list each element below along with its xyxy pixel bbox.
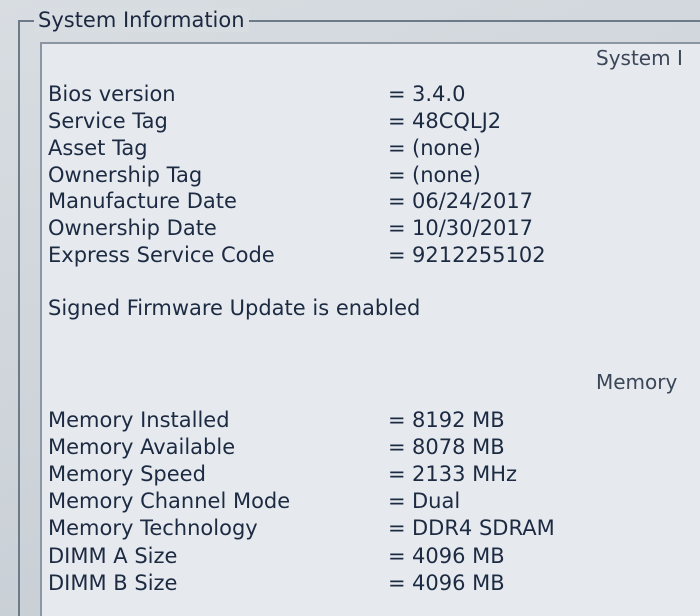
row-value: 10/30/2017 xyxy=(412,216,534,240)
row-label: Manufacture Date xyxy=(48,189,237,213)
row-label: Memory Speed xyxy=(48,462,206,486)
info-row-ownership-tag: Ownership Tag = (none) xyxy=(48,163,668,190)
row-value: DDR4 SDRAM xyxy=(412,516,555,540)
memory-row-dimm-a-size: DIMM A Size = 4096 MB xyxy=(48,544,668,571)
row-separator: = xyxy=(388,189,406,213)
info-row-service-tag: Service Tag = 48CQLJ2 xyxy=(48,109,668,136)
info-row-manufacture-date: Manufacture Date = 06/24/2017 xyxy=(48,189,668,216)
memory-row-technology: Memory Technology = DDR4 SDRAM xyxy=(48,516,668,543)
memory-row-speed: Memory Speed = 2133 MHz xyxy=(48,462,668,489)
bios-screen: System Information System I Bios version… xyxy=(0,0,700,616)
memory-row-available: Memory Available = 8078 MB xyxy=(48,435,668,462)
row-value: 06/24/2017 xyxy=(412,189,534,213)
row-label: Memory Channel Mode xyxy=(48,489,291,513)
row-separator: = xyxy=(388,544,406,568)
row-label: Memory Available xyxy=(48,435,236,459)
system-section-header: System I xyxy=(596,46,683,70)
row-separator: = xyxy=(388,408,406,432)
row-value: (none) xyxy=(412,163,481,187)
info-row-express-service-code: Express Service Code = 9212255102 xyxy=(48,243,668,270)
row-separator: = xyxy=(388,163,406,187)
row-separator: = xyxy=(388,571,406,595)
row-separator: = xyxy=(388,136,406,160)
row-label: Service Tag xyxy=(48,109,168,133)
row-value: Dual xyxy=(412,489,461,513)
firmware-update-status: Signed Firmware Update is enabled xyxy=(48,296,421,320)
row-value: 8192 MB xyxy=(412,408,505,432)
memory-row-dimm-b-size: DIMM B Size = 4096 MB xyxy=(48,571,668,598)
row-separator: = xyxy=(388,243,406,267)
info-row-bios-version: Bios version = 3.4.0 xyxy=(48,82,668,109)
row-label: Express Service Code xyxy=(48,243,275,267)
row-separator: = xyxy=(388,216,406,240)
row-separator: = xyxy=(388,82,406,106)
groupbox-title: System Information xyxy=(34,8,249,32)
row-value: 9212255102 xyxy=(412,243,546,267)
memory-row-installed: Memory Installed = 8192 MB xyxy=(48,408,668,435)
row-separator: = xyxy=(388,516,406,540)
row-value: 2133 MHz xyxy=(412,462,518,486)
row-separator: = xyxy=(388,109,406,133)
row-label: Memory Technology xyxy=(48,516,258,540)
row-value: 4096 MB xyxy=(412,544,505,568)
memory-section-header: Memory xyxy=(596,370,678,394)
memory-row-channel-mode: Memory Channel Mode = Dual xyxy=(48,489,668,516)
info-row-ownership-date: Ownership Date = 10/30/2017 xyxy=(48,216,668,243)
row-label: DIMM A Size xyxy=(48,544,178,568)
row-value: 8078 MB xyxy=(412,435,505,459)
row-label: Bios version xyxy=(48,82,176,106)
info-row-asset-tag: Asset Tag = (none) xyxy=(48,136,668,163)
row-separator: = xyxy=(388,489,406,513)
row-value: 4096 MB xyxy=(412,571,505,595)
row-label: Memory Installed xyxy=(48,408,230,432)
row-value: 48CQLJ2 xyxy=(412,109,502,133)
row-label: Ownership Tag xyxy=(48,163,203,187)
row-value: 3.4.0 xyxy=(412,82,466,106)
row-separator: = xyxy=(388,462,406,486)
row-label: Asset Tag xyxy=(48,136,148,160)
row-label: Ownership Date xyxy=(48,216,217,240)
row-value: (none) xyxy=(412,136,481,160)
row-separator: = xyxy=(388,435,406,459)
row-label: DIMM B Size xyxy=(48,571,178,595)
